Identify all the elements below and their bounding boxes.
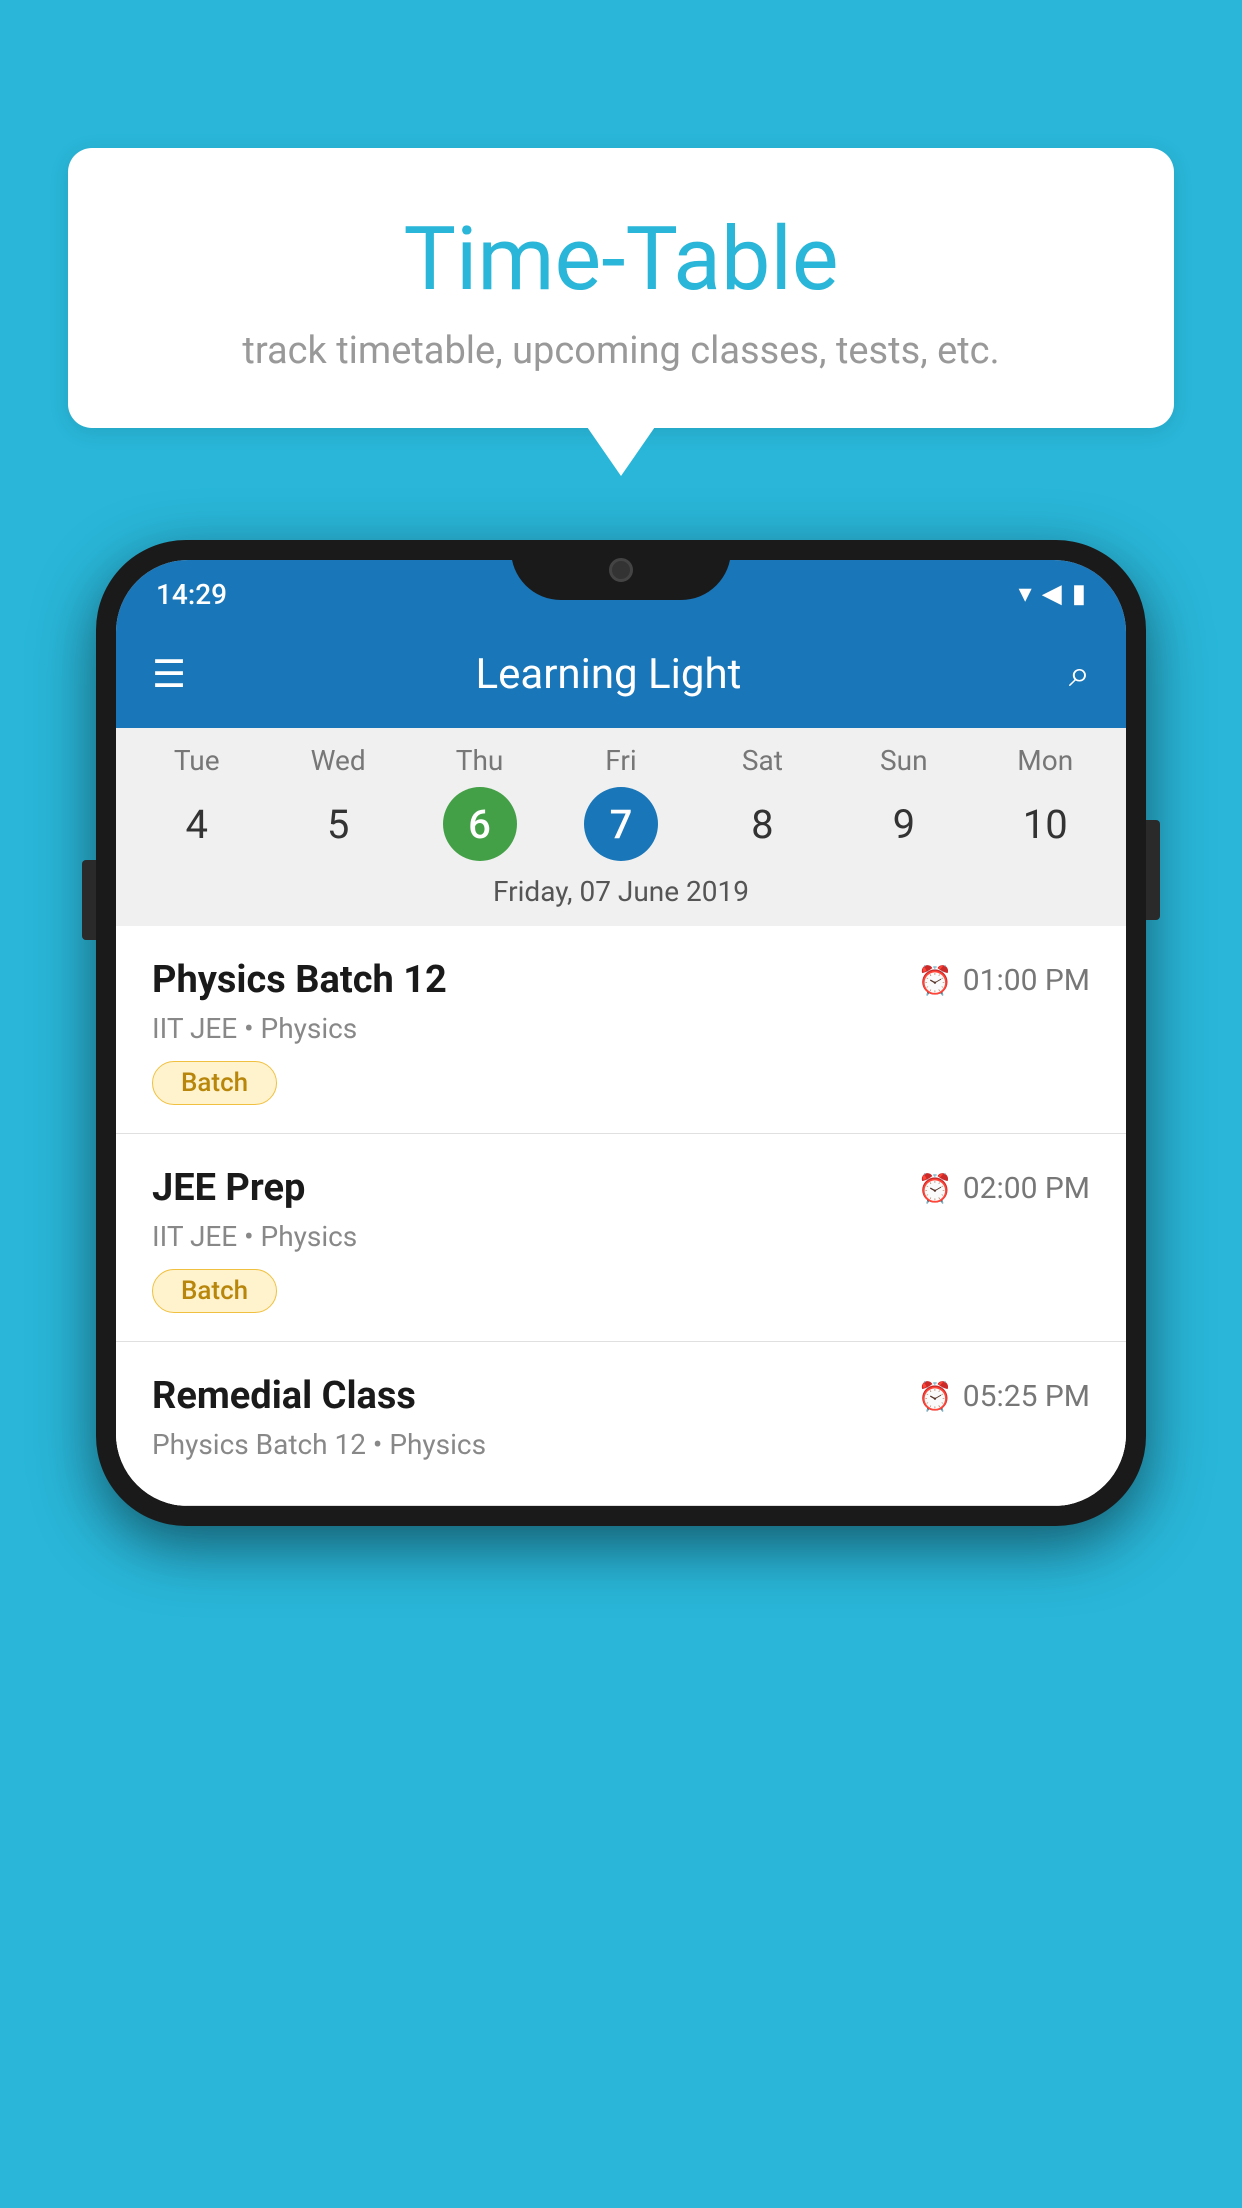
phone-screen: 14:29 ▾ ◀ ▮ ☰ Learning Light ⌕ Tue4Wed5T… [116, 560, 1126, 1506]
day-name: Mon [1017, 744, 1073, 777]
search-icon[interactable]: ⌕ [1069, 652, 1090, 696]
speech-bubble-container: Time-Table track timetable, upcoming cla… [68, 148, 1174, 428]
day-col-tue[interactable]: Tue 4 [132, 744, 262, 861]
page-title: Time-Table [108, 208, 1134, 311]
day-col-thu[interactable]: Thu 6 [415, 744, 545, 861]
day-name: Tue [174, 744, 220, 777]
selected-date-label: Friday, 07 June 2019 [116, 861, 1126, 926]
calendar-strip: Tue 4 Wed 5 Thu 6 Fri 7 Sat 8 Sun 9 Mon 10 Friday, 07… [116, 728, 1126, 926]
page-subtitle: track timetable, upcoming classes, tests… [108, 329, 1134, 373]
wifi-icon: ▾ [1019, 579, 1032, 609]
schedule-item-1[interactable]: JEE Prep ⏰ 02:00 PM IIT JEE • Physics Batch [116, 1134, 1126, 1342]
item-subtitle: IIT JEE • Physics [152, 1220, 1090, 1253]
clock-icon: ⏰ [918, 1380, 953, 1413]
day-number[interactable]: 9 [867, 787, 941, 861]
phone-mockup: 14:29 ▾ ◀ ▮ ☰ Learning Light ⌕ Tue4Wed5T… [96, 540, 1146, 1526]
day-col-mon[interactable]: Mon 10 [980, 744, 1110, 861]
item-title: JEE Prep [152, 1166, 305, 1210]
day-number[interactable]: 4 [160, 787, 234, 861]
clock-icon: ⏰ [918, 964, 953, 997]
day-name: Sun [880, 744, 928, 777]
day-col-sat[interactable]: Sat 8 [697, 744, 827, 861]
item-title: Remedial Class [152, 1374, 416, 1418]
days-row: Tue 4 Wed 5 Thu 6 Fri 7 Sat 8 Sun 9 Mon 10 [116, 744, 1126, 861]
app-bar: ☰ Learning Light ⌕ [116, 620, 1126, 728]
item-subtitle: Physics Batch 12 • Physics [152, 1428, 1090, 1461]
day-number[interactable]: 8 [725, 787, 799, 861]
day-name: Fri [605, 744, 636, 777]
item-subtitle: IIT JEE • Physics [152, 1012, 1090, 1045]
battery-icon: ▮ [1072, 579, 1086, 609]
schedule-item-2[interactable]: Remedial Class ⏰ 05:25 PM Physics Batch 12 … [116, 1342, 1126, 1506]
status-icons: ▾ ◀ ▮ [1019, 579, 1086, 609]
day-col-wed[interactable]: Wed 5 [273, 744, 403, 861]
day-number[interactable]: 7 [584, 787, 658, 861]
day-col-sun[interactable]: Sun 9 [839, 744, 969, 861]
clock-icon: ⏰ [918, 1172, 953, 1205]
batch-badge: Batch [152, 1269, 277, 1313]
day-name: Sat [742, 744, 783, 777]
item-title: Physics Batch 12 [152, 958, 447, 1002]
item-time-text: 01:00 PM [963, 963, 1090, 998]
app-title: Learning Light [218, 650, 999, 699]
day-name: Thu [456, 744, 504, 777]
item-time-text: 02:00 PM [963, 1171, 1090, 1206]
day-number[interactable]: 5 [301, 787, 375, 861]
day-number[interactable]: 10 [1008, 787, 1082, 861]
day-number[interactable]: 6 [443, 787, 517, 861]
item-time-text: 05:25 PM [963, 1379, 1090, 1414]
phone-outer: 14:29 ▾ ◀ ▮ ☰ Learning Light ⌕ Tue4Wed5T… [96, 540, 1146, 1526]
phone-notch [511, 540, 731, 600]
day-col-fri[interactable]: Fri 7 [556, 744, 686, 861]
hamburger-icon[interactable]: ☰ [152, 652, 186, 697]
batch-badge: Batch [152, 1061, 277, 1105]
signal-icon: ◀ [1042, 579, 1062, 609]
schedule-list: Physics Batch 12 ⏰ 01:00 PM IIT JEE • Physi… [116, 926, 1126, 1506]
day-name: Wed [311, 744, 366, 777]
schedule-item-0[interactable]: Physics Batch 12 ⏰ 01:00 PM IIT JEE • Physi… [116, 926, 1126, 1134]
status-time: 14:29 [156, 578, 227, 611]
speech-bubble: Time-Table track timetable, upcoming cla… [68, 148, 1174, 428]
front-camera [609, 558, 633, 582]
